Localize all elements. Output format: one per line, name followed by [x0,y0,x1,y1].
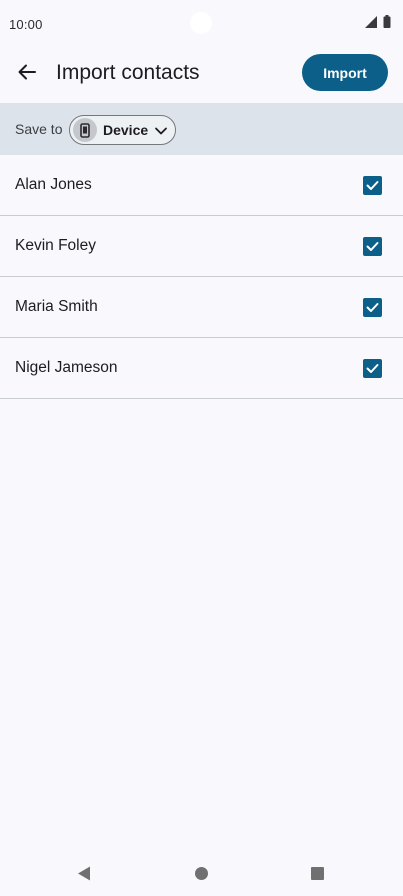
contact-name: Maria Smith [15,298,98,315]
nav-recents-icon[interactable] [311,867,324,880]
contact-checkbox[interactable] [363,298,382,317]
camera-cutout [190,12,212,34]
status-icons [365,15,391,33]
contact-row[interactable]: Maria Smith [0,277,403,338]
back-button[interactable] [12,59,42,89]
save-to-bar: Save to Device [0,103,403,155]
chevron-down-icon [154,124,168,143]
contact-row[interactable]: Nigel Jameson [0,338,403,399]
contact-list: Alan Jones Kevin Foley Maria Smith Nigel… [0,155,403,399]
contact-row[interactable]: Kevin Foley [0,216,403,277]
device-chip-label: Device [103,122,149,138]
contact-checkbox[interactable] [363,176,382,195]
contact-checkbox[interactable] [363,359,382,378]
nav-home-icon[interactable] [195,867,208,880]
page-title: Import contacts [56,61,200,84]
nav-back-icon[interactable] [77,866,91,886]
device-chip[interactable]: Device [69,115,176,145]
system-nav-bar [0,848,403,896]
contact-name: Kevin Foley [15,237,96,254]
contact-name: Nigel Jameson [15,359,118,376]
battery-icon [383,15,391,33]
save-to-label: Save to [15,121,63,137]
contact-checkbox[interactable] [363,237,382,256]
contact-name: Alan Jones [15,176,92,193]
cell-signal-icon [365,15,377,33]
arrow-back-icon [17,62,37,87]
app-bar: Import contacts Import [0,48,403,102]
status-time: 10:00 [9,16,43,32]
import-button[interactable]: Import [302,54,388,91]
phone-icon [73,118,97,142]
contact-row[interactable]: Alan Jones [0,155,403,216]
